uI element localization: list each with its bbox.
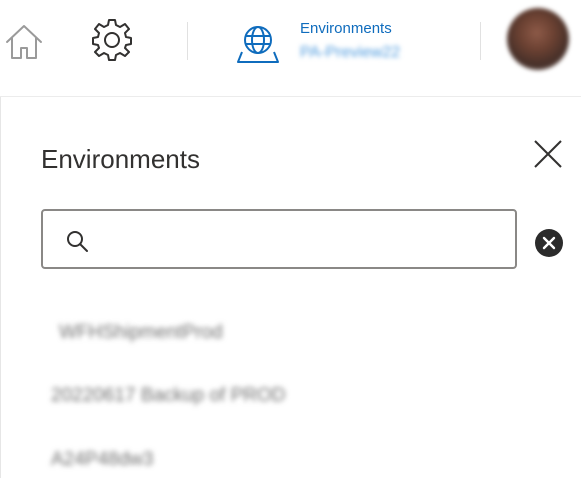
environment-name: A24P48dw3 (51, 449, 154, 470)
globe-icon (236, 22, 280, 66)
environment-list-item[interactable]: 20220617 Backup of PROD (1, 385, 581, 435)
search-input[interactable] (107, 219, 511, 261)
panel-title: Environments (41, 144, 200, 174)
clear-circle-icon (535, 229, 563, 257)
settings-button[interactable] (90, 18, 134, 62)
user-avatar[interactable] (507, 8, 569, 70)
search-box (41, 209, 517, 269)
top-bar: Environments PA-Preview22 (0, 0, 581, 97)
environments-panel: Environments WFHShipmentProd 20220617 Ba… (0, 97, 581, 478)
environment-list-item[interactable]: WFHShipmentProd (1, 322, 581, 372)
header-divider (187, 22, 188, 60)
home-button[interactable] (2, 20, 46, 64)
gear-icon (92, 19, 132, 61)
environment-heading: Environments (300, 20, 392, 37)
close-icon (534, 140, 562, 168)
close-button[interactable] (531, 137, 565, 171)
environment-name: WFHShipmentProd (59, 322, 223, 343)
environment-list-item[interactable]: A24P48dw3 (1, 449, 581, 499)
home-icon (6, 25, 42, 59)
current-environment-name: PA-Preview22 (300, 44, 401, 61)
environment-name: 20220617 Backup of PROD (51, 385, 286, 406)
clear-search-button[interactable] (534, 228, 564, 258)
search-icon (67, 231, 88, 252)
environment-switcher[interactable]: Environments PA-Preview22 (236, 14, 466, 70)
header-divider (480, 22, 481, 60)
